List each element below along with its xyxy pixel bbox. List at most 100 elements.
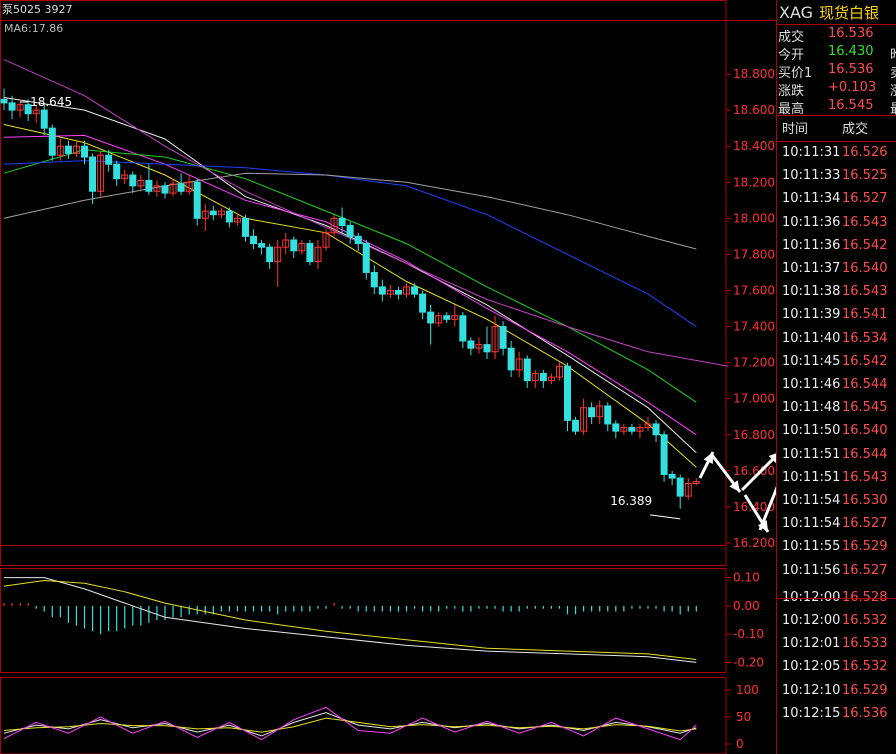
candle-body <box>209 210 217 216</box>
tick-time: 10:11:50 <box>782 423 841 439</box>
tick-time: 10:11:40 <box>782 330 841 346</box>
annotations: 18.645 16.389 <box>20 95 681 520</box>
candle-body <box>612 423 620 432</box>
tick-time: 10:12:05 <box>782 659 841 675</box>
tick-price: 16.526 <box>842 145 888 160</box>
tick-price: 16.534 <box>842 330 888 346</box>
candle-body <box>370 271 378 288</box>
y-tick-label: 17.800 <box>733 247 775 261</box>
quote-label: 成交 <box>778 30 805 45</box>
tick-price: 16.530 <box>842 493 888 508</box>
candle-body <box>129 174 137 187</box>
tick-price: 16.525 <box>842 168 888 184</box>
candle-body <box>628 427 636 432</box>
price-axis: 18.800 18.600 18.400 18.200 18.000 17.800 17.6… <box>726 67 775 550</box>
tick-price: 16.541 <box>842 307 888 323</box>
y-tick-label: 16.600 <box>733 464 775 478</box>
osc-tick-label: 100 <box>736 683 759 697</box>
tick-price: 16.543 <box>842 284 888 300</box>
quote-extra: 最 <box>890 98 896 117</box>
quote-value: 16.536 <box>828 26 874 41</box>
candle-body <box>676 477 684 497</box>
tick-time: 10:11:46 <box>782 377 841 392</box>
candle-body <box>346 225 354 237</box>
symbol-code: XAG <box>779 3 814 22</box>
tick-time: 10:11:54 <box>782 516 841 532</box>
y-tick-label: 18.000 <box>733 211 775 225</box>
tick-time: 10:11:55 <box>782 539 841 555</box>
tick-time: 10:11:34 <box>782 191 841 207</box>
tick-price: 16.536 <box>842 705 888 721</box>
tick-price: 16.529 <box>842 682 888 698</box>
candle-body <box>266 246 274 263</box>
y-tick-label: 17.000 <box>733 392 775 406</box>
candle-body <box>467 340 475 349</box>
quote-value: 16.430 <box>828 44 874 59</box>
quote-value: +0.103 <box>828 80 877 95</box>
tick-time: 10:11:31 <box>782 145 841 160</box>
tick-time: 10:12:15 <box>782 705 841 721</box>
candle-body <box>306 243 314 263</box>
ma-line <box>3 160 697 328</box>
tick-price: 16.545 <box>842 400 888 416</box>
y-tick-label: 18.200 <box>733 175 775 189</box>
candle-body <box>427 311 435 324</box>
macd-tick-label: 0.00 <box>733 599 760 613</box>
candle-body <box>572 419 580 432</box>
tick-time: 10:11:38 <box>782 284 841 300</box>
quote-extra: 昨 <box>890 44 896 63</box>
candle-body <box>64 145 72 154</box>
quote-value: 16.536 <box>828 62 874 77</box>
tick-time: 10:12:00 <box>782 589 841 605</box>
candle-body <box>89 156 97 192</box>
candle-body <box>564 365 571 421</box>
tick-price: 16.542 <box>842 353 888 369</box>
tick-price: 16.544 <box>842 446 888 462</box>
candle-body <box>539 372 547 382</box>
quote-label: 涨跌 <box>778 84 805 99</box>
y-tick-label: 17.200 <box>733 356 775 370</box>
macd-tick-label: -0.10 <box>733 627 764 641</box>
osc-tick-label: 0 <box>736 737 744 751</box>
candle-body <box>499 326 507 349</box>
tick-price: 16.527 <box>842 562 888 578</box>
tick-time: 10:11:45 <box>782 353 841 369</box>
candle-body <box>378 286 386 295</box>
candle-body <box>507 347 515 371</box>
candle-body <box>258 243 266 248</box>
y-tick-label: 17.400 <box>733 320 775 334</box>
quote-label: 今开 <box>778 48 805 63</box>
tick-time: 10:11:51 <box>782 446 841 462</box>
tick-time: 10:12:10 <box>782 682 841 698</box>
y-tick-label: 18.600 <box>733 103 775 117</box>
candle-body <box>113 163 121 180</box>
tick-time: 10:11:51 <box>782 469 841 485</box>
macd-dif-line <box>4 577 697 663</box>
quote-label: 买价1 <box>778 66 813 81</box>
tick-time: 10:12:01 <box>782 636 841 652</box>
candle-body <box>354 235 362 245</box>
candle-body <box>419 293 427 313</box>
quote-label: 最高 <box>778 102 805 117</box>
tick-price: 16.543 <box>842 214 888 230</box>
y-tick-label: 16.800 <box>733 428 775 442</box>
candle-body <box>81 145 88 158</box>
tick-time: 10:12:00 <box>782 613 841 628</box>
tick-price: 16.527 <box>842 516 888 532</box>
candle-body <box>8 102 16 111</box>
tick-price: 16.540 <box>842 261 888 276</box>
ticks-price-header: 成交 <box>842 122 869 137</box>
candle-body <box>338 217 346 227</box>
candle-body <box>161 185 169 194</box>
candle-body <box>225 210 233 223</box>
tick-time: 10:11:36 <box>782 214 841 230</box>
osc-tick-label: 50 <box>736 710 751 724</box>
tick-time: 10:11:37 <box>782 261 841 276</box>
tick-price: 16.533 <box>842 636 888 652</box>
panel-border <box>0 0 727 566</box>
ma-line <box>3 59 729 367</box>
ma-label: MA6:17.86 <box>4 22 64 35</box>
y-tick-label: 18.800 <box>733 67 775 81</box>
candle-body <box>483 344 491 353</box>
y-tick-label: 16.200 <box>733 536 775 550</box>
